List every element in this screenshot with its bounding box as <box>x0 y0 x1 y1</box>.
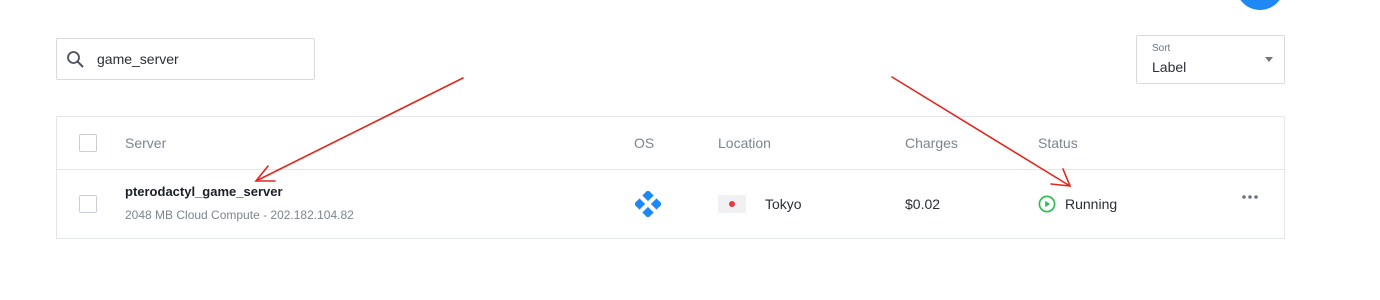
chevron-down-icon <box>1265 57 1273 62</box>
search-box <box>56 38 315 80</box>
japan-flag-icon <box>718 195 746 213</box>
sort-select[interactable]: Sort Label <box>1136 35 1285 84</box>
column-header-status: Status <box>1038 135 1078 151</box>
server-details: 2048 MB Cloud Compute - 202.182.104.82 <box>125 208 354 222</box>
column-header-server: Server <box>125 135 167 151</box>
add-server-button[interactable] <box>1236 0 1284 10</box>
search-input[interactable] <box>97 39 307 79</box>
row-checkbox[interactable] <box>79 195 97 213</box>
select-all-checkbox[interactable] <box>79 134 97 152</box>
column-header-location: Location <box>718 135 771 151</box>
table-header: Server OS Location Charges Status <box>57 117 1284 170</box>
server-location: Tokyo <box>765 196 802 212</box>
server-status: Running <box>1065 196 1118 212</box>
page: Sort Label Server OS Location Charges St… <box>0 0 1380 300</box>
play-circle-icon <box>1038 195 1056 213</box>
sort-value: Label <box>1152 59 1187 75</box>
os-logo-icon <box>635 191 661 217</box>
servers-table: Server OS Location Charges Status pterod… <box>56 116 1285 239</box>
server-charges: $0.02 <box>905 196 941 212</box>
more-icon[interactable] <box>1240 192 1260 202</box>
sort-caption: Sort <box>1152 43 1171 54</box>
column-header-os: OS <box>634 135 655 151</box>
column-header-charges: Charges <box>905 135 958 151</box>
search-icon <box>67 51 84 68</box>
table-row[interactable]: pterodactyl_game_server 2048 MB Cloud Co… <box>57 170 1284 238</box>
server-name-link[interactable]: pterodactyl_game_server <box>125 184 283 199</box>
